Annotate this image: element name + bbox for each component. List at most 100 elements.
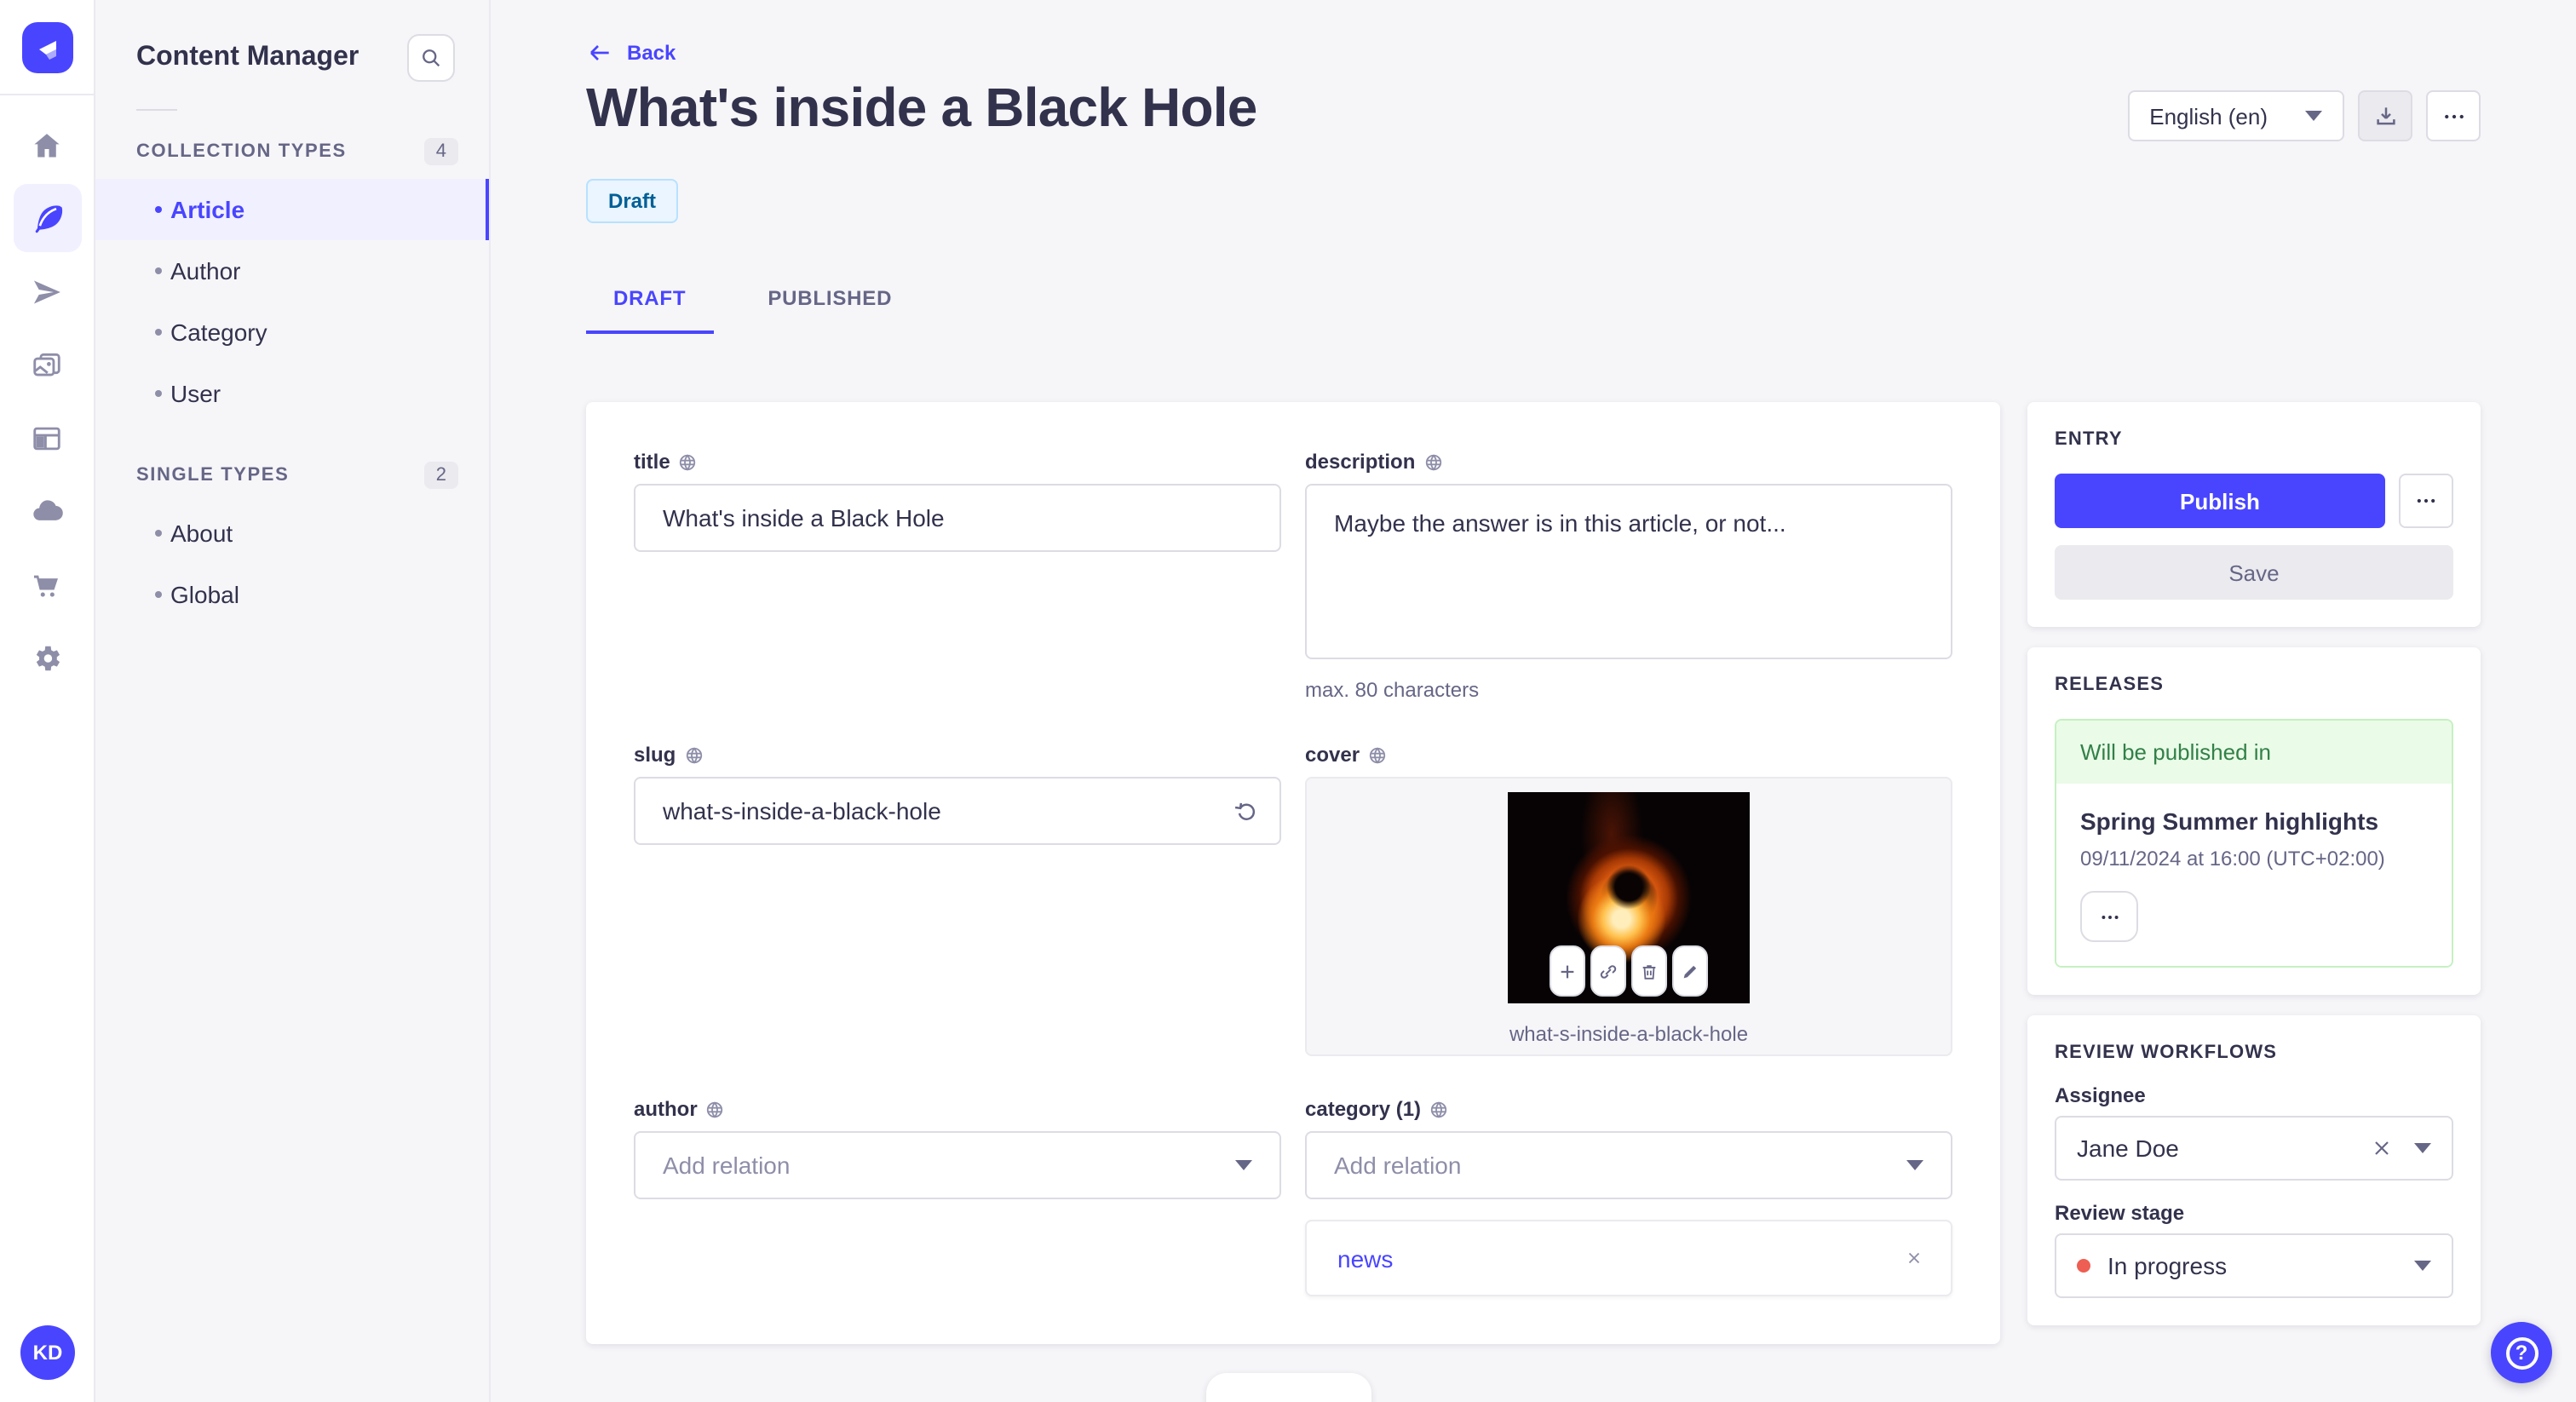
nav-content-manager-button[interactable] bbox=[13, 184, 81, 252]
regenerate-slug-button[interactable] bbox=[1227, 792, 1264, 830]
nav-home-button[interactable] bbox=[13, 111, 81, 179]
cover-label: cover bbox=[1305, 743, 1952, 767]
locale-globe-icon bbox=[707, 1100, 723, 1118]
assignee-label: Assignee bbox=[2055, 1083, 2146, 1107]
category-label-text: category (1) bbox=[1305, 1097, 1422, 1121]
edit-media-button[interactable] bbox=[1672, 945, 1708, 997]
release-banner: Will be published in bbox=[2056, 721, 2452, 784]
trash-icon bbox=[1642, 964, 1656, 979]
delete-media-button[interactable] bbox=[1631, 945, 1667, 997]
nav-media-library-button[interactable] bbox=[13, 330, 81, 399]
version-tabs: DRAFT PUBLISHED bbox=[586, 271, 2481, 334]
title-input[interactable] bbox=[634, 484, 1281, 552]
question-mark-icon: ? bbox=[2505, 1336, 2538, 1369]
author-label-text: author bbox=[634, 1097, 698, 1121]
sidebar-item-label: Category bbox=[170, 319, 267, 346]
field-author: author Add relation bbox=[634, 1097, 1281, 1296]
collection-types-list: Article Author Category User bbox=[95, 179, 489, 424]
sidebar-item-label: Global bbox=[170, 581, 239, 608]
field-description: description Maybe the answer is in this … bbox=[1305, 450, 1952, 702]
download-icon bbox=[2376, 106, 2395, 124]
collection-types-count: 4 bbox=[423, 138, 458, 165]
title-label: title bbox=[634, 450, 1281, 474]
review-stage-select[interactable]: In progress bbox=[2055, 1233, 2453, 1298]
cover-image-toolbar bbox=[1550, 945, 1708, 997]
sidebar-item-article[interactable]: Article bbox=[95, 179, 489, 240]
home-icon bbox=[34, 133, 60, 157]
main-nav-rail: KD bbox=[0, 0, 95, 1402]
single-types-header: SINGLE TYPES 2 bbox=[95, 462, 489, 489]
copy-link-button[interactable] bbox=[1590, 945, 1626, 997]
entry-more-button[interactable] bbox=[2399, 474, 2453, 528]
chevron-down-icon bbox=[2414, 1261, 2431, 1271]
release-more-button[interactable] bbox=[2080, 891, 2138, 942]
remove-relation-button[interactable] bbox=[1905, 1249, 1923, 1267]
releases-panel-title: RELEASES bbox=[2055, 675, 2165, 695]
sidebar-item-user[interactable]: User bbox=[95, 363, 489, 424]
back-link[interactable]: Back bbox=[586, 39, 676, 66]
cover-label-text: cover bbox=[1305, 743, 1360, 767]
chevron-down-icon bbox=[2305, 111, 2322, 121]
description-label: description bbox=[1305, 450, 1952, 474]
clear-assignee-button[interactable] bbox=[2372, 1138, 2392, 1158]
nav-marketplace-button[interactable] bbox=[13, 550, 81, 618]
tab-draft[interactable]: DRAFT bbox=[586, 271, 714, 334]
media-images-icon bbox=[33, 352, 60, 376]
search-button[interactable] bbox=[407, 34, 455, 82]
author-relation-select[interactable]: Add relation bbox=[634, 1131, 1281, 1199]
close-icon bbox=[1908, 1252, 1920, 1264]
help-button[interactable]: ? bbox=[2491, 1322, 2552, 1383]
entry-side-panels: ENTRY Publish Save RELEASES Will be publ… bbox=[2027, 402, 2481, 1346]
sidebar-item-label: User bbox=[170, 380, 221, 407]
description-hint: max. 80 characters bbox=[1305, 678, 1480, 702]
header-more-button[interactable] bbox=[2426, 90, 2481, 141]
release-card: Will be published in Spring Summer highl… bbox=[2055, 719, 2453, 968]
tab-published[interactable]: PUBLISHED bbox=[740, 271, 919, 334]
status-badge: Draft bbox=[586, 179, 679, 223]
more-dots-icon bbox=[2444, 113, 2463, 118]
relation-news-link[interactable]: news bbox=[1337, 1244, 1393, 1272]
search-icon bbox=[423, 49, 440, 67]
more-dots-icon bbox=[2101, 915, 2118, 918]
nav-releases-button[interactable] bbox=[13, 257, 81, 325]
pencil-icon bbox=[1683, 964, 1697, 978]
category-placeholder: Add relation bbox=[1334, 1152, 1462, 1179]
export-button[interactable] bbox=[2358, 90, 2412, 141]
nav-deploy-cloud-button[interactable] bbox=[13, 477, 81, 545]
save-button[interactable]: Save bbox=[2055, 545, 2453, 600]
add-media-button[interactable] bbox=[1550, 945, 1585, 997]
entry-edit-view: Back What's inside a Black Hole English … bbox=[491, 0, 2576, 1402]
description-textarea[interactable]: Maybe the answer is in this article, or … bbox=[1305, 484, 1952, 659]
category-relation-select[interactable]: Add relation bbox=[1305, 1131, 1952, 1199]
strapi-app: KD Content Manager COLLECTION TYPES 4 Ar… bbox=[0, 0, 2576, 1402]
sidebar-item-category[interactable]: Category bbox=[95, 302, 489, 363]
sidebar-item-about[interactable]: About bbox=[95, 503, 489, 564]
locale-select[interactable]: English (en) bbox=[2127, 90, 2344, 141]
rail-header bbox=[0, 0, 94, 95]
sidebar-divider bbox=[136, 109, 177, 111]
cloud-icon bbox=[32, 500, 62, 520]
nav-settings-button[interactable] bbox=[13, 623, 81, 692]
title-label-text: title bbox=[634, 450, 670, 474]
publish-button[interactable]: Publish bbox=[2055, 474, 2385, 528]
cover-image-wrapper bbox=[1508, 792, 1750, 1003]
sidebar-item-global[interactable]: Global bbox=[95, 564, 489, 625]
gear-icon bbox=[36, 645, 60, 670]
release-name: Spring Summer highlights bbox=[2080, 807, 2379, 835]
stage-status-dot bbox=[2077, 1259, 2090, 1273]
slug-input[interactable] bbox=[634, 777, 1281, 845]
review-workflows-panel: REVIEW WORKFLOWS Assignee Jane Doe Revie… bbox=[2027, 1015, 2481, 1325]
sidebar-item-author[interactable]: Author bbox=[95, 240, 489, 302]
entry-panel: ENTRY Publish Save bbox=[2027, 402, 2481, 627]
assignee-combobox[interactable]: Jane Doe bbox=[2055, 1116, 2453, 1181]
assignee-value: Jane Doe bbox=[2077, 1135, 2179, 1162]
rail-icons bbox=[13, 111, 81, 692]
link-icon bbox=[1600, 964, 1617, 978]
strapi-logo[interactable] bbox=[21, 21, 72, 72]
sidebar-title: Content Manager bbox=[136, 43, 359, 72]
nav-content-type-builder-button[interactable] bbox=[13, 404, 81, 472]
chevron-down-icon bbox=[1235, 1160, 1252, 1170]
category-label: category (1) bbox=[1305, 1097, 1952, 1121]
user-avatar[interactable]: KD bbox=[20, 1325, 75, 1380]
page-title: What's inside a Black Hole bbox=[586, 77, 1257, 138]
